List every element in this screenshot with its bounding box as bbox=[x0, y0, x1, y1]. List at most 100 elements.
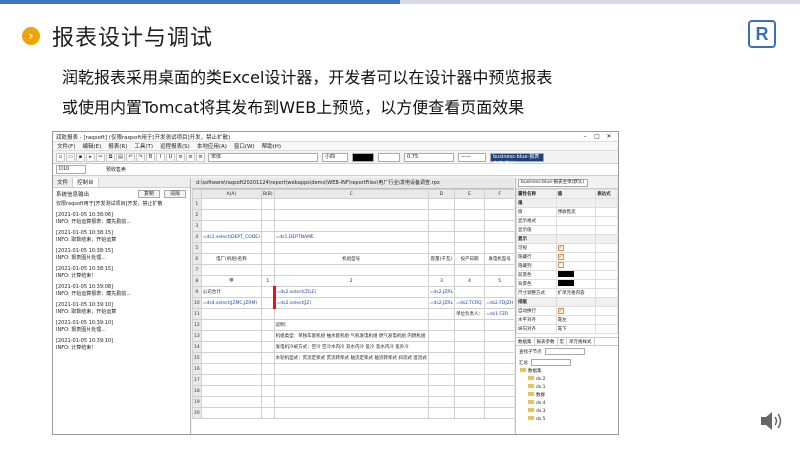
sheet-cell[interactable] bbox=[454, 407, 486, 419]
sheet-cell[interactable] bbox=[427, 396, 456, 408]
column-header[interactable]: A(A) bbox=[200, 189, 262, 199]
sheet-cell[interactable] bbox=[200, 363, 262, 375]
row-header[interactable]: 19 bbox=[192, 396, 202, 408]
column-header[interactable]: C bbox=[273, 189, 429, 199]
row-header[interactable]: 5 bbox=[192, 242, 202, 254]
sheet-cell[interactable] bbox=[273, 209, 429, 221]
sheet-cell[interactable] bbox=[484, 407, 514, 419]
property-expression[interactable] bbox=[595, 279, 618, 289]
sheet-cell[interactable]: =ds4.select(JZMC,JZRM) bbox=[200, 297, 262, 309]
search-input[interactable] bbox=[544, 348, 585, 355]
sheet-cell[interactable] bbox=[273, 363, 429, 375]
tab-file[interactable]: 文件 bbox=[53, 178, 74, 187]
sheet-cell[interactable]: =ds1.FZR bbox=[484, 308, 514, 320]
sheet-cell[interactable]: 说明： bbox=[273, 319, 429, 331]
sheet-cell[interactable] bbox=[260, 396, 275, 408]
menu-item[interactable]: 窗口(W) bbox=[234, 142, 255, 150]
sheet-cell[interactable]: =ds2.TCRQ bbox=[454, 297, 486, 309]
sheet-cell[interactable] bbox=[454, 396, 486, 408]
sheet-cell[interactable] bbox=[200, 374, 262, 386]
row-header[interactable]: 16 bbox=[192, 363, 202, 375]
property-row[interactable]: 水平对齐 靠左 bbox=[516, 315, 618, 325]
menu-item[interactable]: 文件(F) bbox=[57, 142, 75, 150]
row-header[interactable]: 12 bbox=[192, 319, 202, 331]
tree-item[interactable]: ds.5 bbox=[520, 416, 618, 424]
sheet-cell[interactable] bbox=[273, 407, 429, 419]
right-tab[interactable]: 数据集 bbox=[516, 338, 535, 345]
property-value[interactable] bbox=[555, 261, 597, 271]
tree-item[interactable]: 数群 bbox=[520, 392, 618, 400]
align-center-icon[interactable]: ≡ bbox=[186, 152, 195, 162]
sheet-cell[interactable] bbox=[484, 209, 514, 221]
sheet-cell[interactable] bbox=[427, 319, 456, 331]
sheet-cell[interactable]: =ds1.select(DEPT_CODE) bbox=[200, 231, 262, 243]
property-expression[interactable] bbox=[595, 234, 618, 244]
property-expression[interactable] bbox=[595, 288, 618, 298]
row-header[interactable]: 2 bbox=[192, 209, 202, 221]
sheet-cell[interactable] bbox=[427, 330, 456, 342]
style-select[interactable]: business-blue-报表主体(默认) bbox=[490, 152, 544, 167]
minimize-icon[interactable]: – bbox=[579, 133, 591, 140]
sheet-cell[interactable] bbox=[200, 385, 262, 397]
property-expression[interactable] bbox=[595, 198, 618, 208]
sheet-cell[interactable] bbox=[484, 341, 514, 353]
column-header[interactable]: E bbox=[454, 189, 486, 199]
sheet-cell[interactable] bbox=[484, 363, 514, 375]
property-row[interactable]: 前景色 bbox=[516, 270, 618, 280]
row-header[interactable]: 13 bbox=[192, 330, 202, 342]
sheet-cell[interactable]: =ds2.JZRL bbox=[427, 297, 456, 309]
property-row[interactable]: 排版 bbox=[516, 297, 618, 307]
sheet-cell[interactable] bbox=[200, 352, 262, 364]
right-tab[interactable]: 宏 bbox=[558, 338, 567, 345]
sheet-cell[interactable] bbox=[260, 231, 275, 243]
menu-item[interactable]: 编辑(E) bbox=[82, 142, 101, 150]
copy-button[interactable]: 复制 bbox=[138, 190, 160, 198]
sheet-cell[interactable]: 机组类型：单独车套机组 抽水套机组 气机发电机组 燃气发电机组 内燃机组 bbox=[273, 330, 429, 342]
sheet-cell[interactable]: 1 bbox=[260, 275, 275, 287]
sheet-cell[interactable] bbox=[200, 198, 262, 210]
underline-icon[interactable]: U bbox=[166, 152, 175, 162]
sheet-cell[interactable] bbox=[200, 319, 262, 331]
property-row[interactable]: 显示格式 bbox=[516, 216, 618, 226]
sheet-cell[interactable]: 机组型号 bbox=[273, 253, 429, 265]
sheet-cell[interactable] bbox=[484, 231, 514, 243]
menu-item[interactable]: 工具(T) bbox=[134, 142, 153, 150]
property-expression[interactable] bbox=[595, 270, 618, 280]
property-value[interactable] bbox=[555, 279, 597, 289]
sheet-cell[interactable] bbox=[260, 385, 275, 397]
sheet-cell[interactable]: 投产日期 bbox=[454, 253, 486, 265]
property-value[interactable]: ✓ bbox=[555, 243, 597, 253]
sheet-cell[interactable] bbox=[427, 308, 456, 320]
sheet-cell[interactable] bbox=[200, 308, 262, 320]
sheet-cell[interactable] bbox=[260, 286, 275, 298]
property-value[interactable]: 靠左 bbox=[555, 315, 597, 325]
close-icon[interactable]: ✕ bbox=[603, 133, 615, 140]
tree-item[interactable]: ds.4 bbox=[520, 400, 618, 408]
sheet-cell[interactable]: 容量(千瓦) bbox=[427, 253, 456, 265]
sheet-cell[interactable]: =ds2.FDJZH bbox=[484, 297, 514, 309]
sheet-cell[interactable] bbox=[427, 352, 456, 364]
property-expression[interactable] bbox=[595, 225, 618, 235]
menu-item[interactable]: 帮助(H) bbox=[262, 142, 281, 150]
formula-input[interactable]: 预收售卖 bbox=[106, 166, 126, 173]
report-grid[interactable]: A(A)B(B)CDEFGH1234=ds1.select(DEPT_CODE)… bbox=[192, 189, 514, 434]
tree-root[interactable]: 数据集 bbox=[520, 368, 618, 376]
sheet-cell[interactable] bbox=[427, 198, 456, 210]
sheet-cell[interactable] bbox=[260, 242, 275, 254]
sheet-cell[interactable] bbox=[427, 231, 456, 243]
cell-reference[interactable]: D10 bbox=[56, 165, 86, 174]
line-width-select[interactable]: 0.75 bbox=[404, 152, 454, 162]
sheet-cell[interactable]: 5 bbox=[484, 275, 514, 287]
property-expression[interactable] bbox=[595, 216, 618, 226]
sheet-cell[interactable] bbox=[260, 198, 275, 210]
sheet-cell[interactable] bbox=[427, 264, 456, 276]
sheet-cell[interactable] bbox=[200, 330, 262, 342]
italic-icon[interactable]: I bbox=[156, 152, 165, 162]
sheet-cell[interactable] bbox=[427, 374, 456, 386]
sheet-cell[interactable]: =ds2.JZRL bbox=[427, 286, 456, 298]
property-expression[interactable] bbox=[595, 324, 618, 334]
property-expression[interactable] bbox=[595, 252, 618, 262]
sheet-cell[interactable] bbox=[273, 198, 429, 210]
sheet-cell[interactable] bbox=[260, 220, 275, 232]
property-row[interactable]: 背景色 bbox=[516, 279, 618, 289]
